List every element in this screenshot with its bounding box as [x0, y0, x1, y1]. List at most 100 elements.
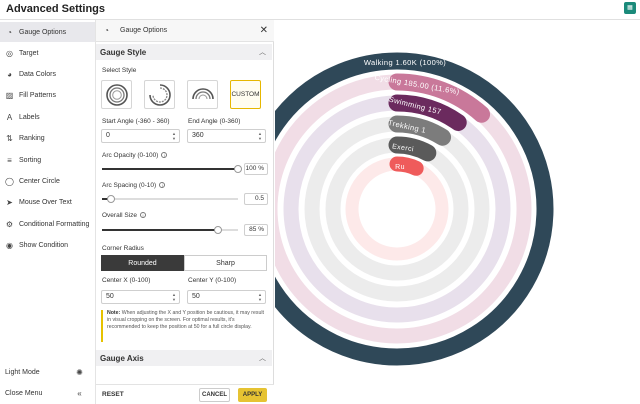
- corner-radius-label: Corner Radius: [102, 245, 144, 252]
- sidebar-item-ranking[interactable]: ⇅ Ranking: [0, 128, 95, 148]
- circle-icon: ◯: [5, 176, 14, 186]
- sidebar-item-show-condition[interactable]: ◉ Show Condition: [0, 235, 95, 255]
- sidebar-item-center-circle[interactable]: ◯ Center Circle: [0, 171, 95, 191]
- gauge-arc-label: Ru: [395, 164, 405, 171]
- sidebar-item-label: Data Colors: [19, 70, 56, 78]
- pattern-icon: ▨: [5, 90, 14, 100]
- center-y-value: 50: [192, 293, 200, 300]
- select-style-label: Select Style: [102, 67, 137, 74]
- close-menu-button[interactable]: Close Menu «: [0, 385, 95, 401]
- arc-opacity-slider-handle[interactable]: [234, 165, 242, 173]
- end-angle-value: 360: [192, 132, 204, 139]
- sidebar-item-gauge-options[interactable]: ◔ Gauge Options: [0, 22, 95, 42]
- sidebar-item-mouse-over-text[interactable]: ➤ Mouse Over Text: [0, 192, 95, 212]
- chevron-up-icon: ︿: [259, 49, 266, 56]
- arc-opacity-label-text: Arc Opacity (0-100): [102, 152, 159, 159]
- style-tile-custom[interactable]: CUSTOM: [230, 80, 261, 109]
- app-logo-icon: ▦: [624, 2, 636, 14]
- arc-opacity-value[interactable]: 100 %: [244, 163, 268, 175]
- sidebar-item-labels[interactable]: A Labels: [0, 107, 95, 127]
- eye-icon: ◉: [6, 240, 13, 250]
- gauge-track: [345, 157, 449, 261]
- stepper-icon[interactable]: ▲ ▼: [258, 292, 262, 302]
- ranking-icon: ⇅: [6, 133, 13, 143]
- overall-size-value[interactable]: 85 %: [244, 224, 268, 236]
- close-icon[interactable]: ✕: [260, 25, 268, 36]
- sidebar-item-data-colors[interactable]: ◕ Data Colors: [0, 64, 95, 84]
- sidebar: ◔ Gauge Options ◎ Target ◕ Data Colors ▨…: [0, 20, 96, 404]
- info-icon[interactable]: i: [161, 152, 168, 159]
- gauge-icon: ◔: [7, 27, 12, 37]
- reset-button[interactable]: RESET: [102, 391, 124, 398]
- style-tile-full-ring[interactable]: [101, 80, 132, 109]
- start-angle-label: Start Angle (-360 - 360): [102, 118, 170, 125]
- note-text: When adjusting the X and Y position be c…: [107, 310, 264, 330]
- panel-footer: RESET CANCEL APPLY: [96, 384, 274, 404]
- sun-icon: ✺: [76, 367, 83, 377]
- style-tile-semicircle[interactable]: [187, 80, 218, 109]
- start-angle-value: 0: [106, 132, 110, 139]
- position-note: Note: When adjusting the X and Y positio…: [101, 310, 267, 342]
- sidebar-item-target[interactable]: ◎ Target: [0, 43, 95, 63]
- end-angle-label: End Angle (0-360): [188, 118, 241, 125]
- arc-spacing-label: Arc Spacing (0-10) i: [102, 182, 166, 189]
- arc-spacing-slider[interactable]: [102, 198, 238, 200]
- section-gauge-axis[interactable]: Gauge Axis ︿: [96, 350, 272, 366]
- panel-title: Gauge Options: [120, 27, 168, 34]
- top-bar: Advanced Settings ▦: [0, 0, 640, 20]
- sidebar-item-label: Mouse Over Text: [19, 198, 72, 206]
- radial-gauge-chart: Walking 1.60K (100%)Cycling 185.00 (11.6…: [240, 52, 554, 366]
- sidebar-item-fill-patterns[interactable]: ▨ Fill Patterns: [0, 85, 95, 105]
- end-angle-input[interactable]: 360 ▲ ▼: [187, 129, 266, 143]
- corner-rounded-button[interactable]: Rounded: [101, 255, 184, 271]
- cancel-button[interactable]: CANCEL: [199, 388, 230, 402]
- section-title: Gauge Axis: [100, 353, 144, 363]
- sidebar-item-label: Conditional Formatting: [19, 220, 90, 228]
- overall-size-fill: [102, 229, 218, 231]
- format-icon: ⚙: [5, 219, 14, 229]
- arc-spacing-value[interactable]: 0.5: [244, 193, 268, 205]
- target-icon: ◎: [6, 48, 13, 58]
- overall-size-label: Overall Size i: [102, 212, 147, 219]
- sidebar-item-conditional-formatting[interactable]: ⚙ Conditional Formatting: [0, 214, 95, 234]
- style-tile-partial-ring[interactable]: [144, 80, 175, 109]
- arc-opacity-label: Arc Opacity (0-100) i: [102, 152, 168, 159]
- gauge-track: [283, 95, 511, 323]
- cursor-icon: ➤: [6, 197, 13, 207]
- gauge-arc-label: Walking 1.60K (100%): [364, 58, 446, 67]
- gauge-options-panel: ◔ Gauge Options ✕ Gauge Style ︿ Select S…: [96, 20, 274, 404]
- partial-ring-icon: [148, 83, 171, 106]
- sort-icon: ≡: [7, 155, 12, 165]
- overall-size-number: 85: [249, 226, 257, 233]
- overall-size-slider-handle[interactable]: [214, 226, 222, 234]
- sidebar-item-label: Sorting: [19, 156, 42, 164]
- stepper-icon[interactable]: ▲ ▼: [258, 131, 262, 141]
- semicircle-icon: [191, 87, 214, 99]
- apply-button[interactable]: APPLY: [238, 388, 267, 402]
- center-y-input[interactable]: 50 ▲ ▼: [187, 290, 266, 304]
- center-x-input[interactable]: 50 ▲ ▼: [101, 290, 180, 304]
- corner-sharp-button[interactable]: Sharp: [184, 255, 267, 271]
- sidebar-item-label: Ranking: [19, 134, 45, 142]
- sidebar-item-label: Fill Patterns: [19, 91, 56, 99]
- center-x-value: 50: [106, 293, 114, 300]
- sidebar-item-sorting[interactable]: ≡ Sorting: [0, 150, 95, 170]
- info-icon[interactable]: i: [159, 182, 166, 189]
- arc-spacing-slider-handle[interactable]: [107, 195, 115, 203]
- stepper-icon[interactable]: ▲ ▼: [172, 292, 176, 302]
- palette-icon: ◕: [7, 69, 12, 79]
- info-icon[interactable]: i: [140, 212, 147, 219]
- app-title: Advanced Settings: [6, 3, 106, 15]
- full-ring-icon: [105, 83, 128, 106]
- section-gauge-style[interactable]: Gauge Style ︿: [96, 44, 272, 60]
- start-angle-input[interactable]: 0 ▲ ▼: [101, 129, 180, 143]
- arc-opacity-slider[interactable]: [102, 168, 238, 170]
- gauge-icon: ◔: [104, 26, 109, 35]
- sidebar-item-label: Show Condition: [19, 241, 69, 249]
- panel-header: ◔ Gauge Options ✕: [96, 20, 274, 42]
- center-y-label: Center Y (0-100): [188, 277, 237, 284]
- close-menu-label: Close Menu: [5, 389, 43, 397]
- note-bold: Note:: [107, 310, 121, 316]
- stepper-icon[interactable]: ▲ ▼: [172, 131, 176, 141]
- light-mode-toggle[interactable]: Light Mode ✺: [0, 364, 95, 380]
